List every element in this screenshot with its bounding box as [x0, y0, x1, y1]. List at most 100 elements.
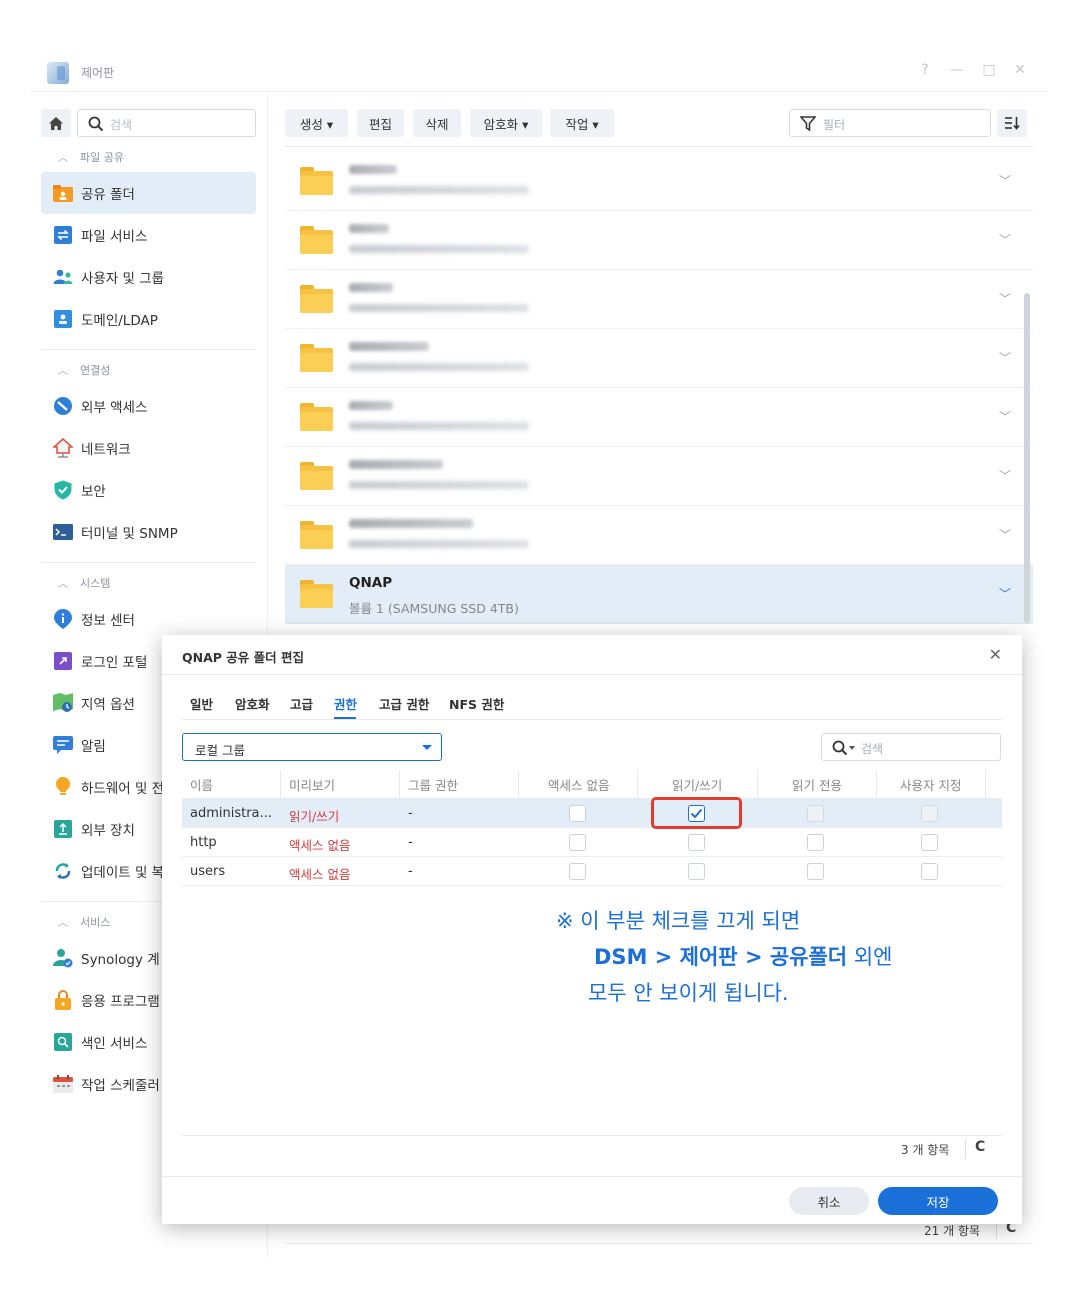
- col-no-access[interactable]: 액세스 없음: [548, 770, 609, 798]
- checkbox-no-access[interactable]: [569, 834, 586, 851]
- checkbox-read-write[interactable]: [688, 834, 705, 851]
- section-system[interactable]: ︿ 시스템: [58, 575, 110, 591]
- tab-nfs-permissions[interactable]: NFS 권한: [449, 694, 504, 713]
- chevron-down-icon[interactable]: ﹀: [999, 585, 1011, 602]
- folder-row[interactable]: ﹀: [285, 506, 1033, 565]
- user-group-select[interactable]: 로컬 그룹: [182, 733, 442, 761]
- action-button[interactable]: 작업 ▾: [550, 109, 614, 137]
- help-icon[interactable]: ?: [915, 62, 935, 78]
- folder-row[interactable]: ﹀: [285, 447, 1033, 506]
- chevron-down-icon[interactable]: ﹀: [999, 408, 1011, 425]
- chevron-down-icon[interactable]: ﹀: [999, 349, 1011, 366]
- sidebar-item-label: 외부 장치: [81, 823, 135, 839]
- checkbox-custom[interactable]: [921, 834, 938, 851]
- save-button[interactable]: 저장: [878, 1187, 998, 1215]
- section-services[interactable]: ︿ 서비스: [58, 914, 110, 930]
- folder-row[interactable]: ﹀: [285, 270, 1033, 329]
- chevron-down-icon[interactable]: ﹀: [999, 290, 1011, 307]
- tab-advanced[interactable]: 고급: [290, 694, 313, 713]
- permissions-search-input[interactable]: 검색: [821, 733, 1001, 761]
- close-window-icon[interactable]: ✕: [1010, 62, 1030, 78]
- col-preview[interactable]: 미리보기: [289, 770, 335, 798]
- tab-advanced-permissions[interactable]: 고급 권한: [379, 694, 429, 713]
- encrypt-button[interactable]: 암호화 ▾: [470, 109, 542, 137]
- sidebar-item-terminal-snmp[interactable]: 터미널 및 SNMP: [41, 511, 256, 553]
- maximize-icon[interactable]: □: [979, 62, 999, 78]
- sidebar-search-input[interactable]: 검색: [77, 109, 256, 137]
- sidebar-item-label: 파일 서비스: [81, 229, 148, 245]
- col-custom[interactable]: 사용자 지정: [900, 770, 961, 798]
- cancel-button[interactable]: 취소: [789, 1187, 869, 1215]
- sidebar-item-file-services[interactable]: 파일 서비스: [41, 214, 256, 256]
- home-button[interactable]: [41, 109, 71, 137]
- col-group-permission[interactable]: 그룹 권한: [408, 770, 458, 798]
- chevron-down-icon[interactable]: ﹀: [999, 172, 1011, 189]
- cell-name: users: [190, 864, 226, 879]
- chevron-down-icon[interactable]: ﹀: [999, 526, 1011, 543]
- checkbox-read-only[interactable]: [807, 834, 824, 851]
- sidebar-item-info-center[interactable]: 정보 센터: [41, 598, 256, 640]
- col-name[interactable]: 이름: [190, 770, 213, 798]
- col-read-only[interactable]: 읽기 전용: [792, 770, 842, 798]
- tab-permissions[interactable]: 권한: [334, 694, 357, 713]
- sidebar-item-external-access[interactable]: 외부 액세스: [41, 385, 256, 427]
- column-divider: [757, 770, 758, 798]
- sidebar-item-label: 지역 옵션: [81, 697, 135, 713]
- folder-row-selected[interactable]: QNAP 볼륨 1 (SAMSUNG SSD 4TB) ﹀: [285, 565, 1033, 624]
- tab-encryption[interactable]: 암호화: [235, 694, 270, 713]
- sort-icon: [1005, 117, 1020, 130]
- folder-row[interactable]: ﹀: [285, 329, 1033, 388]
- col-read-write[interactable]: 읽기/쓰기: [672, 770, 722, 798]
- filter-input[interactable]: 필터: [789, 109, 991, 137]
- sidebar-item-shared-folder[interactable]: 공유 폴더: [41, 172, 256, 214]
- checkbox-read-only[interactable]: [807, 805, 824, 822]
- users-groups-icon: [53, 268, 73, 286]
- sidebar-item-label: 작업 스케줄러: [81, 1078, 160, 1094]
- minimize-icon[interactable]: —: [947, 62, 967, 78]
- folder-icon: [300, 403, 333, 431]
- close-icon[interactable]: ✕: [989, 645, 1002, 664]
- list-bottom-border: [285, 1243, 1033, 1244]
- checkbox-custom[interactable]: [921, 863, 938, 880]
- table-row[interactable]: administra... 읽기/쓰기 -: [182, 799, 1002, 828]
- sidebar-item-domain-ldap[interactable]: 도메인/LDAP: [41, 298, 256, 340]
- section-connectivity[interactable]: ︿ 연결성: [58, 362, 110, 378]
- table-row[interactable]: http 액세스 없음 -: [182, 828, 1002, 857]
- table-row[interactable]: users 액세스 없음 -: [182, 857, 1002, 886]
- column-divider: [637, 770, 638, 798]
- section-file-sharing[interactable]: ︿ 파일 공유: [58, 149, 124, 165]
- sidebar-item-users-groups[interactable]: 사용자 및 그룹: [41, 256, 256, 298]
- column-divider: [280, 770, 281, 798]
- folder-icon: [300, 521, 333, 549]
- checkbox-no-access[interactable]: [569, 863, 586, 880]
- blurred-folder-name: [349, 224, 389, 233]
- folder-row[interactable]: ﹀: [285, 211, 1033, 270]
- checkbox-read-write[interactable]: [688, 863, 705, 880]
- sidebar-item-label: 네트워크: [81, 442, 131, 458]
- list-scrollbar[interactable]: [1024, 293, 1030, 623]
- sidebar-item-label: 색인 서비스: [81, 1036, 148, 1052]
- sidebar-item-security[interactable]: 보안: [41, 469, 256, 511]
- folder-row[interactable]: ﹀: [285, 152, 1033, 211]
- sort-button[interactable]: [997, 109, 1027, 137]
- sidebar-item-label: 정보 센터: [81, 613, 135, 629]
- search-options-caret-icon[interactable]: [849, 746, 855, 750]
- sidebar-item-label: 도메인/LDAP: [81, 313, 158, 329]
- checkbox-read-only[interactable]: [807, 863, 824, 880]
- chevron-down-icon[interactable]: ﹀: [999, 231, 1011, 248]
- sidebar-item-network[interactable]: 네트워크: [41, 427, 256, 469]
- refresh-icon[interactable]: C: [975, 1139, 985, 1155]
- delete-button[interactable]: 삭제: [413, 109, 461, 137]
- folder-row[interactable]: ﹀: [285, 388, 1033, 447]
- domain-ldap-icon: [53, 310, 73, 328]
- edit-button[interactable]: 편집: [357, 109, 404, 137]
- column-divider: [876, 770, 877, 798]
- annotation-line-1: ※ 이 부분 체크를 끄게 되면: [556, 909, 801, 933]
- annotation-path: DSM > 제어판 > 공유폴더: [594, 945, 848, 969]
- checkbox-custom[interactable]: [921, 805, 938, 822]
- create-button[interactable]: 생성 ▾: [285, 109, 348, 137]
- chevron-down-icon[interactable]: ﹀: [999, 467, 1011, 484]
- tab-general[interactable]: 일반: [190, 694, 213, 713]
- checkbox-no-access[interactable]: [569, 805, 586, 822]
- folder-icon: [300, 285, 333, 313]
